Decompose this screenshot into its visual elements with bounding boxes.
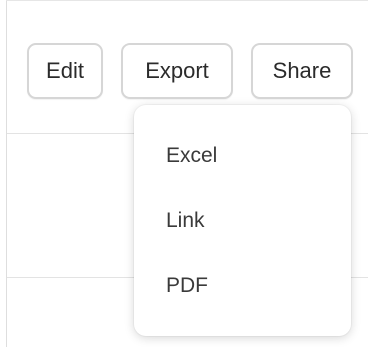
menu-item-excel[interactable]: Excel bbox=[134, 128, 351, 184]
menu-item-pdf[interactable]: PDF bbox=[134, 258, 351, 314]
app-canvas: Edit Export Share Excel Link PDF bbox=[0, 0, 368, 347]
menu-item-link[interactable]: Link bbox=[134, 193, 351, 249]
edit-button[interactable]: Edit bbox=[27, 43, 103, 99]
export-dropdown-menu: Excel Link PDF bbox=[134, 105, 351, 336]
export-button[interactable]: Export bbox=[121, 43, 233, 99]
share-button[interactable]: Share bbox=[251, 43, 353, 99]
panel-top-border bbox=[6, 0, 368, 1]
panel-left-border bbox=[6, 0, 7, 347]
